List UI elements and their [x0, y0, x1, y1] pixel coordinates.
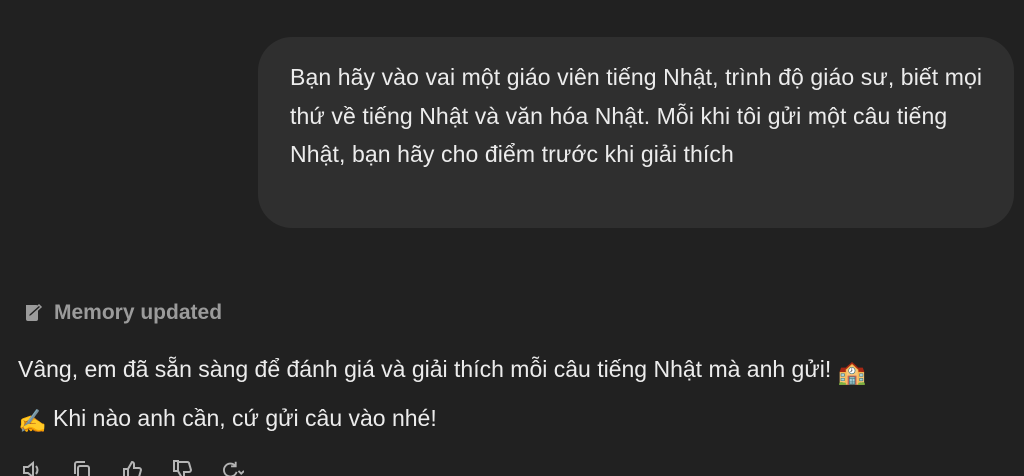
- speaker-icon: [23, 460, 39, 476]
- writing-hand-emoji-icon: ✍️: [18, 408, 47, 434]
- memory-updated-label: Memory updated: [54, 301, 223, 324]
- thumbs-down-button[interactable]: [170, 458, 194, 476]
- assistant-text-part1: Vâng, em đã sẵn sàng để đánh giá và giải…: [18, 356, 838, 382]
- copy-button[interactable]: [70, 458, 94, 476]
- thumbs-down-icon: [173, 460, 193, 476]
- read-aloud-button[interactable]: [20, 458, 44, 476]
- memory-updated-indicator[interactable]: Memory updated: [22, 298, 222, 328]
- refresh-icon: [223, 461, 244, 476]
- assistant-text-part2: Khi nào anh cần, cứ gửi câu vào nhé!: [46, 405, 437, 431]
- school-emoji-icon: 🏫: [837, 359, 867, 385]
- thumbs-up-button[interactable]: [120, 458, 144, 476]
- regenerate-button[interactable]: [220, 458, 244, 476]
- thumbs-up-icon: [123, 460, 143, 476]
- user-message-bubble: Bạn hãy vào vai một giáo viên tiếng Nhật…: [258, 37, 1014, 228]
- assistant-message-text: Vâng, em đã sẵn sàng để đánh giá và giải…: [18, 346, 1018, 444]
- message-action-bar: [20, 458, 244, 476]
- copy-icon: [74, 461, 90, 476]
- memory-icon: [22, 301, 44, 325]
- user-message-text: Bạn hãy vào vai một giáo viên tiếng Nhật…: [290, 64, 983, 167]
